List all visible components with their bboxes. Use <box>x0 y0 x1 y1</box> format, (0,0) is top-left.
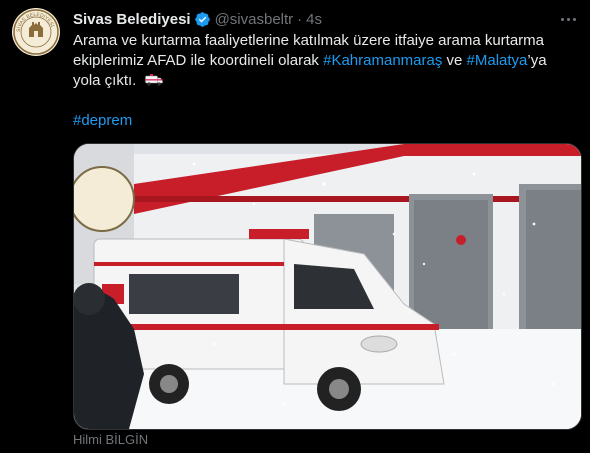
hashtag-deprem[interactable]: #deprem <box>73 112 132 129</box>
tweet-text: Arama ve kurtarma faaliyetlerine katılma… <box>73 31 578 131</box>
account-name[interactable]: Sivas Belediyesi <box>73 11 191 28</box>
tweet-video[interactable] <box>73 143 582 430</box>
media-credit: Hilmi BİLGİN <box>73 432 149 447</box>
ambulance-emoji <box>144 72 163 86</box>
sivas-logo: SİVAS BELEDİYESİ <box>13 9 59 55</box>
separator-dot: · <box>297 10 303 28</box>
hashtag-kahramanmaras[interactable]: #Kahramanmaraş <box>323 52 442 69</box>
tweet-header: Sivas Belediyesi @sivasbeltr · 4s <box>73 9 578 29</box>
timestamp[interactable]: 4s <box>306 11 322 28</box>
verified-badge-icon[interactable] <box>194 11 211 28</box>
account-handle[interactable]: @sivasbeltr <box>215 11 294 28</box>
tweet-text-part2: ve <box>442 52 467 69</box>
avatar[interactable]: SİVAS BELEDİYESİ <box>12 8 60 56</box>
more-options-icon[interactable] <box>558 9 578 29</box>
hashtag-malatya[interactable]: #Malatya <box>467 52 528 69</box>
